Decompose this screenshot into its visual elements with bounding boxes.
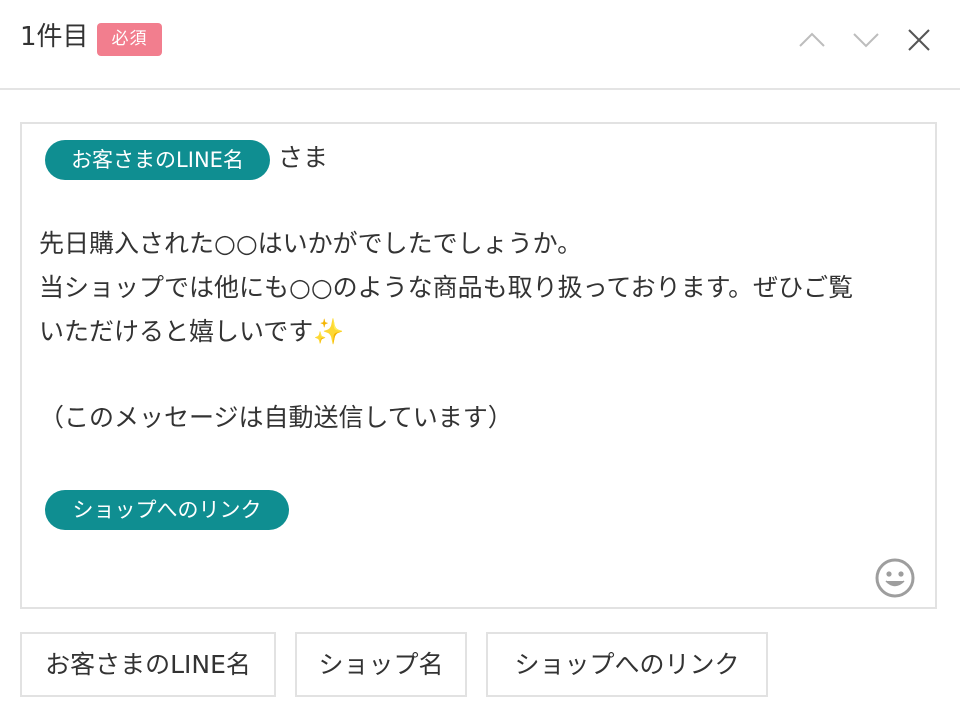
insert-shop-name-button[interactable]: ショップ名 xyxy=(295,632,467,697)
message-index-title: 1件目 xyxy=(20,22,89,52)
message-line-1: 先日購入された○○はいかがでしたでしょうか。 xyxy=(39,229,583,258)
chevron-up-icon xyxy=(799,32,825,47)
move-up-button[interactable] xyxy=(794,22,830,58)
message-line-4: （このメッセージは自動送信しています） xyxy=(39,403,513,432)
emoji-icon xyxy=(875,558,915,598)
message-line-3-text: いただけると嬉しいです xyxy=(39,317,314,346)
message-editor[interactable]: お客さまのLINE名 さま 先日購入された○○はいかがでしたでしょうか。 当ショ… xyxy=(20,122,937,609)
insert-customer-name-button[interactable]: お客さまのLINE名 xyxy=(20,632,276,697)
insert-shop-link-button[interactable]: ショップへのリンク xyxy=(486,632,768,697)
move-down-button[interactable] xyxy=(848,22,884,58)
salutation-text: さま xyxy=(278,143,329,172)
close-icon xyxy=(908,29,930,51)
emoji-picker-button[interactable] xyxy=(874,557,916,599)
message-header: 1件目 必須 xyxy=(0,0,960,90)
shop-link-tag[interactable]: ショップへのリンク xyxy=(45,490,289,530)
sparkle-emoji: ✨ xyxy=(313,317,345,346)
close-button[interactable] xyxy=(901,22,937,58)
message-line-3: いただけると嬉しいです✨ xyxy=(39,312,344,352)
customer-name-tag[interactable]: お客さまのLINE名 xyxy=(45,140,270,180)
message-line-2: 当ショップでは他にも○○のような商品も取り扱っております。ぜひご覧 xyxy=(39,273,854,302)
chevron-down-icon xyxy=(853,33,879,48)
required-badge: 必須 xyxy=(97,23,162,56)
